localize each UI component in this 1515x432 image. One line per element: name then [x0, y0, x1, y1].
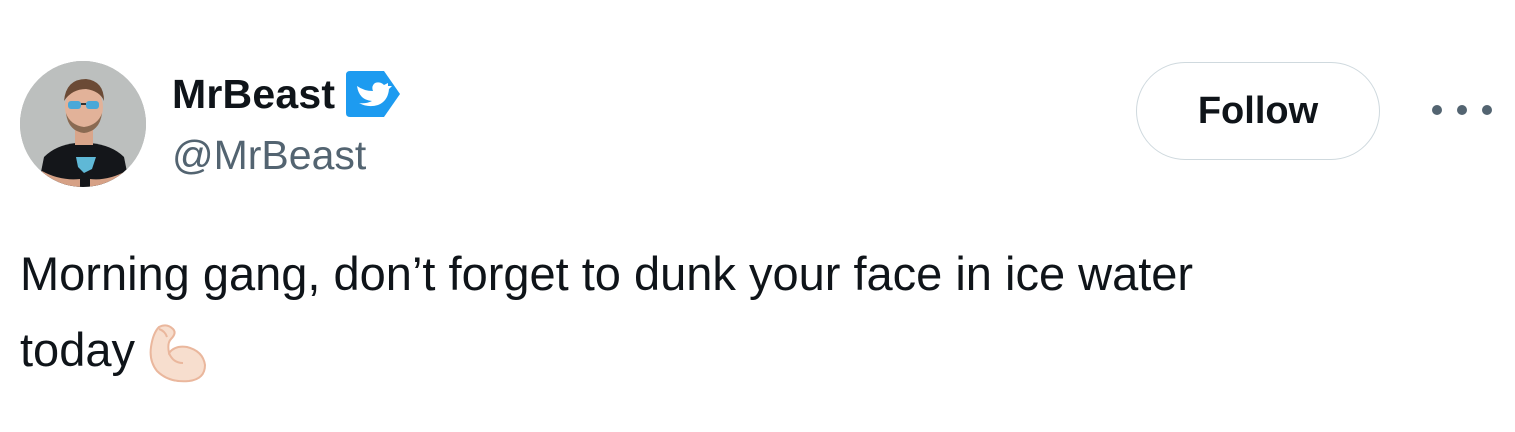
verified-badge-icon	[344, 69, 402, 119]
flexed-biceps-icon	[145, 319, 211, 385]
tweet-text-fragment: today	[20, 323, 135, 376]
dot	[1482, 105, 1492, 115]
dot	[1432, 105, 1442, 115]
tweet-card: MrBeast @MrBeast Follow Morning gang, do…	[0, 0, 1515, 432]
avatar[interactable]	[20, 61, 146, 187]
user-handle[interactable]: @MrBeast	[172, 132, 402, 179]
user-info: MrBeast @MrBeast	[172, 66, 402, 179]
name-row: MrBeast	[172, 66, 402, 122]
tweet-text-line: Morning gang, don’t forget to dunk your …	[20, 247, 1194, 300]
dot	[1457, 105, 1467, 115]
more-horizontal-icon[interactable]	[1432, 92, 1492, 128]
display-name[interactable]: MrBeast	[172, 71, 335, 118]
avatar-image	[20, 61, 146, 187]
follow-button[interactable]: Follow	[1136, 62, 1380, 160]
tweet-text: Morning gang, don’t forget to dunk your …	[20, 236, 1460, 388]
tweet-text-line-2: today	[20, 312, 1460, 388]
